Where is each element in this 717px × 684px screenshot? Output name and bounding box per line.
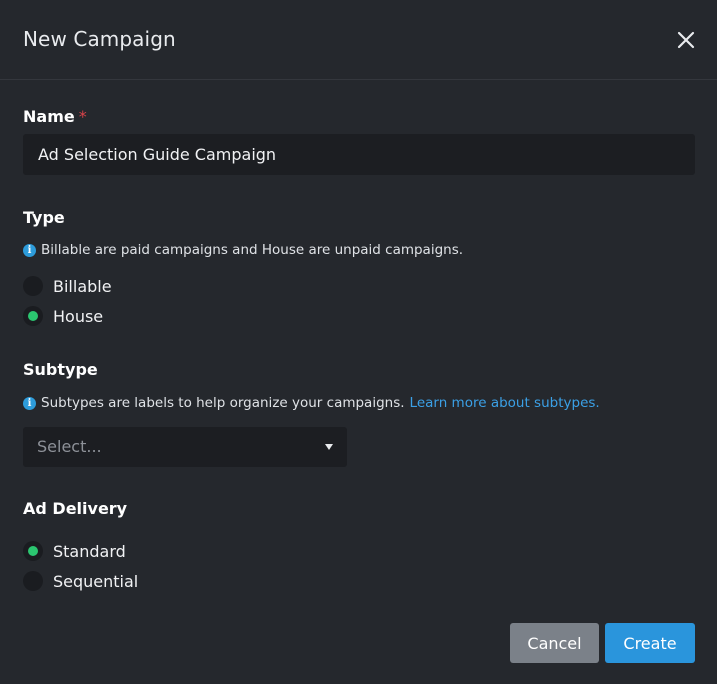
subtype-select[interactable]: Select...	[23, 427, 347, 467]
house-label: House	[53, 306, 104, 326]
delivery-option-standard[interactable]: Standard	[23, 540, 126, 562]
new-campaign-dialog: New Campaign Name* Type i Billable are p…	[0, 0, 717, 684]
info-icon: i	[23, 243, 36, 257]
campaign-name-input[interactable]	[23, 134, 695, 175]
dialog-header: New Campaign	[0, 0, 717, 80]
type-label: Type	[23, 208, 65, 227]
name-label: Name *	[23, 107, 87, 126]
close-button[interactable]	[672, 26, 700, 54]
subtype-hint: i Subtypes are labels to help organize y…	[23, 395, 600, 411]
subtype-hint-text: Subtypes are labels to help organize you…	[41, 395, 405, 411]
type-option-house[interactable]: House	[23, 305, 103, 327]
cancel-button[interactable]: Cancel	[510, 623, 599, 663]
delivery-option-sequential[interactable]: Sequential	[23, 570, 138, 592]
create-button[interactable]: Create	[605, 623, 695, 663]
sequential-label: Sequential	[53, 571, 139, 591]
type-hint: i Billable are paid campaigns and House …	[23, 242, 463, 258]
sequential-radio[interactable]	[23, 571, 43, 591]
name-label-text: Name	[23, 107, 75, 126]
required-marker: *	[78, 107, 87, 126]
info-icon: i	[23, 396, 36, 410]
dialog-title: New Campaign	[23, 27, 176, 51]
type-hint-text: Billable are paid campaigns and House ar…	[41, 242, 464, 258]
chevron-down-icon	[325, 444, 333, 450]
standard-radio[interactable]	[23, 541, 43, 561]
learn-more-subtypes-link[interactable]: Learn more about subtypes.	[410, 395, 600, 411]
house-radio[interactable]	[23, 306, 43, 326]
billable-label: Billable	[53, 276, 112, 296]
ad-delivery-label: Ad Delivery	[23, 499, 128, 518]
subtype-label: Subtype	[23, 360, 98, 379]
subtype-select-placeholder: Select...	[37, 437, 102, 456]
standard-label: Standard	[53, 541, 126, 561]
billable-radio[interactable]	[23, 276, 43, 296]
type-option-billable[interactable]: Billable	[23, 275, 112, 297]
close-icon	[677, 31, 695, 49]
